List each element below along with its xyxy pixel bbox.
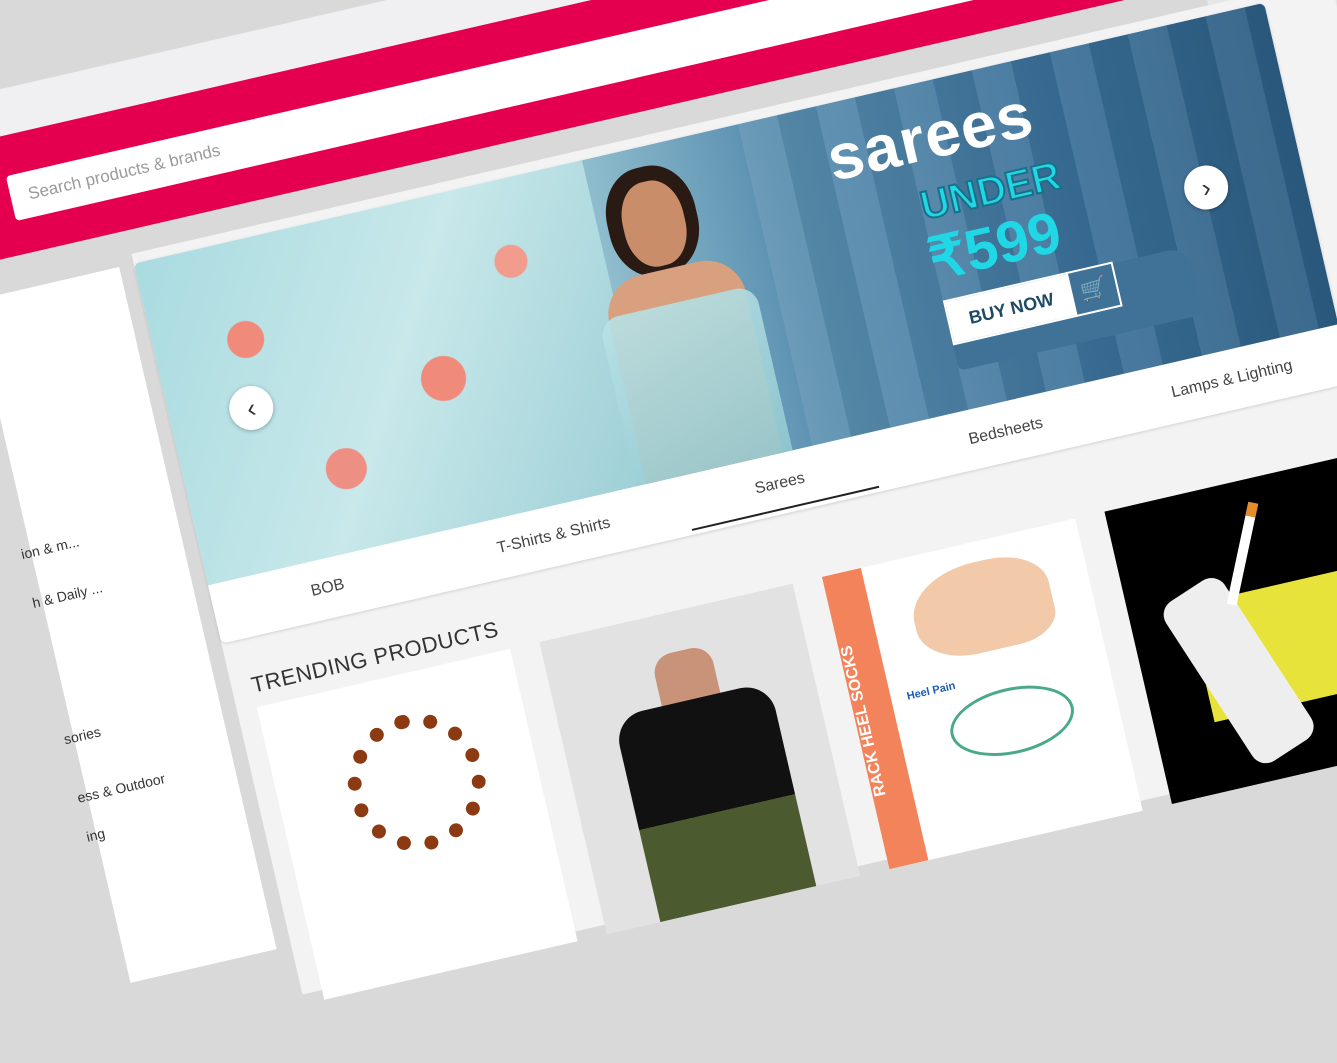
product-card-heel-socks[interactable]: RACK HEEL SOCKS Heel Pain [821, 518, 1143, 870]
product-card-lighter[interactable] [1104, 453, 1337, 804]
sidebar-item[interactable]: sories [62, 723, 102, 747]
sidebar-item[interactable]: ion & m... [20, 533, 81, 562]
sidebar-item[interactable]: ess & Outdoor [76, 770, 167, 806]
search-placeholder: Search products & brands [26, 140, 223, 204]
product-image [333, 699, 500, 866]
cart-icon: 🛒 [1077, 273, 1111, 305]
heel-pain-tag: Heel Pain [905, 679, 957, 703]
product-image [904, 546, 1061, 667]
chevron-left-icon: ‹ [243, 391, 259, 424]
product-image [613, 681, 817, 923]
page: b Search products & brands ion & m... h … [0, 0, 1337, 1061]
sidebar-item[interactable]: ing [85, 825, 107, 845]
product-card-rudraksha[interactable] [256, 648, 578, 1000]
product-card-tshirt[interactable] [539, 583, 861, 935]
chevron-right-icon: › [1198, 171, 1214, 203]
sidebar-item[interactable]: h & Daily ... [31, 579, 104, 611]
